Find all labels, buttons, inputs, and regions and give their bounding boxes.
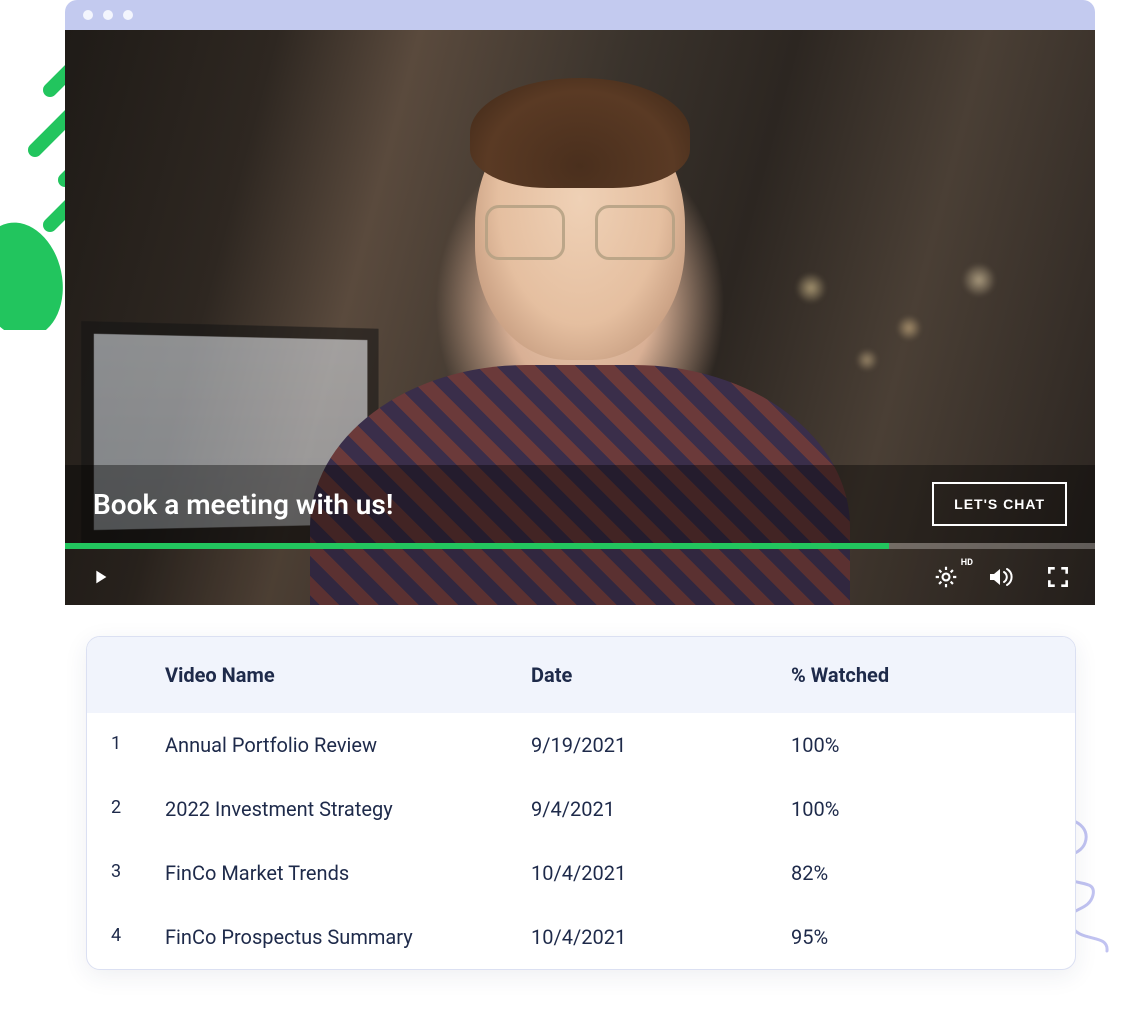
row-watched: 95% <box>791 925 1051 949</box>
settings-gear-icon[interactable]: HD <box>933 564 959 590</box>
row-video-name: FinCo Market Trends <box>165 861 531 885</box>
table-header-row: Video Name Date % Watched <box>87 637 1075 713</box>
play-icon[interactable] <box>89 566 111 588</box>
hd-badge: HD <box>961 558 973 568</box>
lets-chat-button[interactable]: LET'S CHAT <box>932 482 1067 526</box>
row-date: 9/4/2021 <box>531 797 791 821</box>
browser-window: Book a meeting with us! LET'S CHAT HD <box>65 0 1095 605</box>
row-date: 9/19/2021 <box>531 733 791 757</box>
table-row: 2 2022 Investment Strategy 9/4/2021 100% <box>87 777 1075 841</box>
row-video-name: Annual Portfolio Review <box>165 733 531 757</box>
col-date: Date <box>531 663 791 687</box>
window-dot-icon <box>83 10 93 20</box>
video-cta-overlay: Book a meeting with us! LET'S CHAT <box>65 465 1095 543</box>
row-watched: 100% <box>791 733 1051 757</box>
row-video-name: FinCo Prospectus Summary <box>165 925 531 949</box>
col-video-name: Video Name <box>165 663 531 687</box>
row-index: 3 <box>111 861 165 885</box>
row-index: 2 <box>111 797 165 821</box>
video-player[interactable]: Book a meeting with us! LET'S CHAT HD <box>65 30 1095 605</box>
table-row: 3 FinCo Market Trends 10/4/2021 82% <box>87 841 1075 905</box>
window-dot-icon <box>103 10 113 20</box>
table-row: 1 Annual Portfolio Review 9/19/2021 100% <box>87 713 1075 777</box>
row-index: 4 <box>111 925 165 949</box>
row-date: 10/4/2021 <box>531 925 791 949</box>
row-video-name: 2022 Investment Strategy <box>165 797 531 821</box>
row-watched: 100% <box>791 797 1051 821</box>
video-controls: HD <box>65 549 1095 605</box>
table-body: 1 Annual Portfolio Review 9/19/2021 100%… <box>87 713 1075 969</box>
row-index: 1 <box>111 733 165 757</box>
fullscreen-icon[interactable] <box>1045 564 1071 590</box>
col-watched: % Watched <box>791 663 1051 687</box>
video-analytics-table: Video Name Date % Watched 1 Annual Portf… <box>86 636 1076 970</box>
volume-icon[interactable] <box>987 564 1017 590</box>
row-watched: 82% <box>791 861 1051 885</box>
row-date: 10/4/2021 <box>531 861 791 885</box>
table-row: 4 FinCo Prospectus Summary 10/4/2021 95% <box>87 905 1075 969</box>
browser-title-bar <box>65 0 1095 30</box>
window-dot-icon <box>123 10 133 20</box>
cta-text: Book a meeting with us! <box>93 488 393 521</box>
